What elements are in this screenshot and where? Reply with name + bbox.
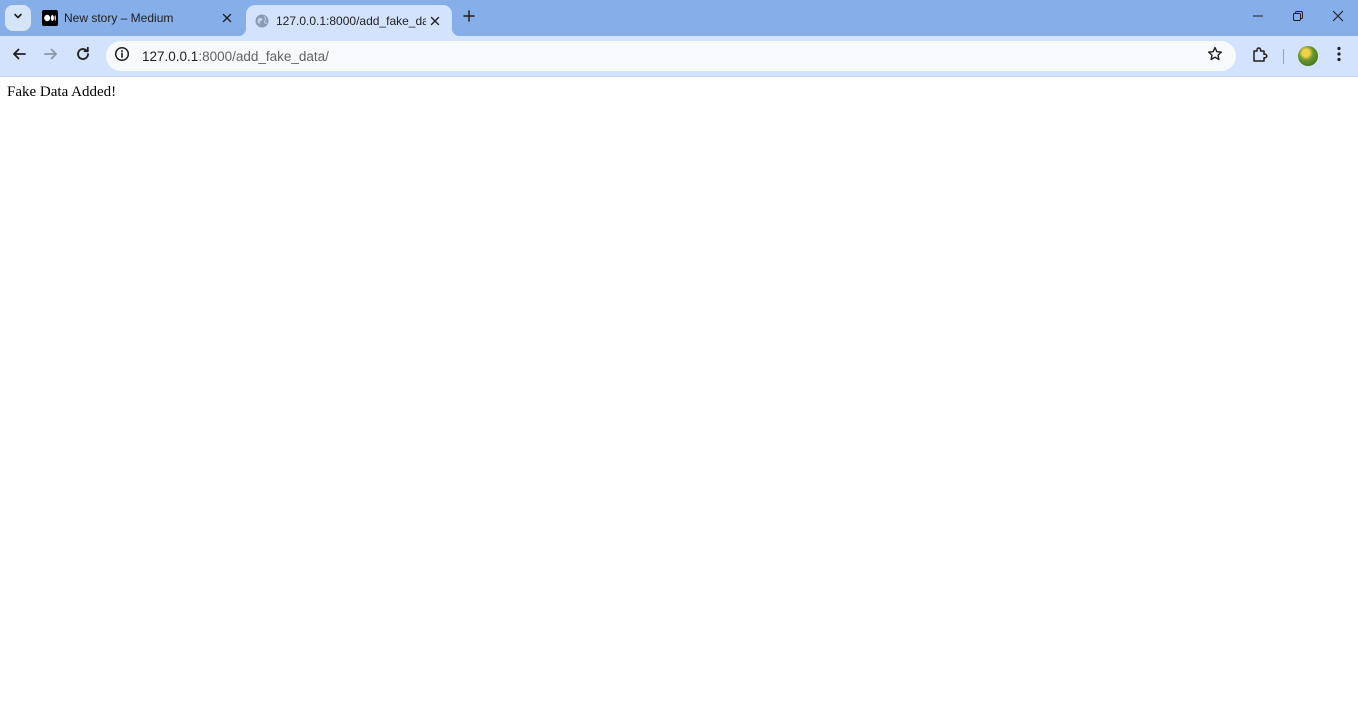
page-message: Fake Data Added!: [7, 84, 117, 100]
site-info-button[interactable]: [110, 44, 134, 68]
profile-avatar[interactable]: [1298, 46, 1318, 66]
browser-window: New story – Medium 127.0.0.1:8000/add_fa…: [0, 0, 1358, 718]
info-icon: [114, 46, 130, 67]
medium-logo-icon: [42, 10, 58, 26]
url-path: :8000/add_fake_data/: [198, 48, 329, 64]
arrow-left-icon: [11, 46, 27, 67]
puzzle-piece-icon: [1251, 45, 1269, 68]
minimize-button[interactable]: [1238, 0, 1278, 36]
more-vertical-icon: [1337, 46, 1341, 67]
tab-search-button[interactable]: [5, 5, 31, 31]
bookmark-button[interactable]: [1202, 43, 1228, 69]
close-window-button[interactable]: [1318, 0, 1358, 36]
reload-button[interactable]: [68, 41, 98, 71]
minimize-icon: [1252, 9, 1264, 27]
new-tab-button[interactable]: [458, 7, 480, 29]
url-host: 127.0.0.1: [142, 48, 199, 64]
reload-icon: [75, 46, 91, 67]
plus-icon: [463, 9, 475, 27]
tab-add-fake-data[interactable]: 127.0.0.1:8000/add_fake_data/: [238, 5, 460, 36]
globe-icon: [254, 13, 270, 29]
restore-icon: [1292, 9, 1304, 27]
tab-title: 127.0.0.1:8000/add_fake_data/: [276, 13, 426, 28]
close-icon[interactable]: [426, 12, 444, 30]
toolbar-divider: [1283, 49, 1284, 64]
back-button[interactable]: [4, 41, 34, 71]
extensions-button[interactable]: [1245, 41, 1275, 71]
tab-strip: New story – Medium 127.0.0.1:8000/add_fa…: [0, 0, 1358, 36]
close-icon: [1332, 9, 1344, 27]
arrow-right-icon: [43, 46, 59, 67]
page-viewport: Fake Data Added!: [0, 77, 1358, 718]
address-bar[interactable]: 127.0.0.1:8000/add_fake_data/: [106, 41, 1236, 71]
restore-button[interactable]: [1278, 0, 1318, 36]
chevron-down-icon: [12, 9, 24, 27]
browser-toolbar: 127.0.0.1:8000/add_fake_data/: [0, 36, 1358, 76]
tab-title: New story – Medium: [64, 11, 174, 25]
close-icon[interactable]: [218, 9, 236, 27]
star-icon: [1207, 46, 1223, 67]
menu-button[interactable]: [1324, 41, 1354, 71]
tab-medium[interactable]: New story – Medium: [34, 0, 244, 36]
forward-button[interactable]: [36, 41, 66, 71]
url-text[interactable]: 127.0.0.1:8000/add_fake_data/: [142, 49, 1202, 64]
